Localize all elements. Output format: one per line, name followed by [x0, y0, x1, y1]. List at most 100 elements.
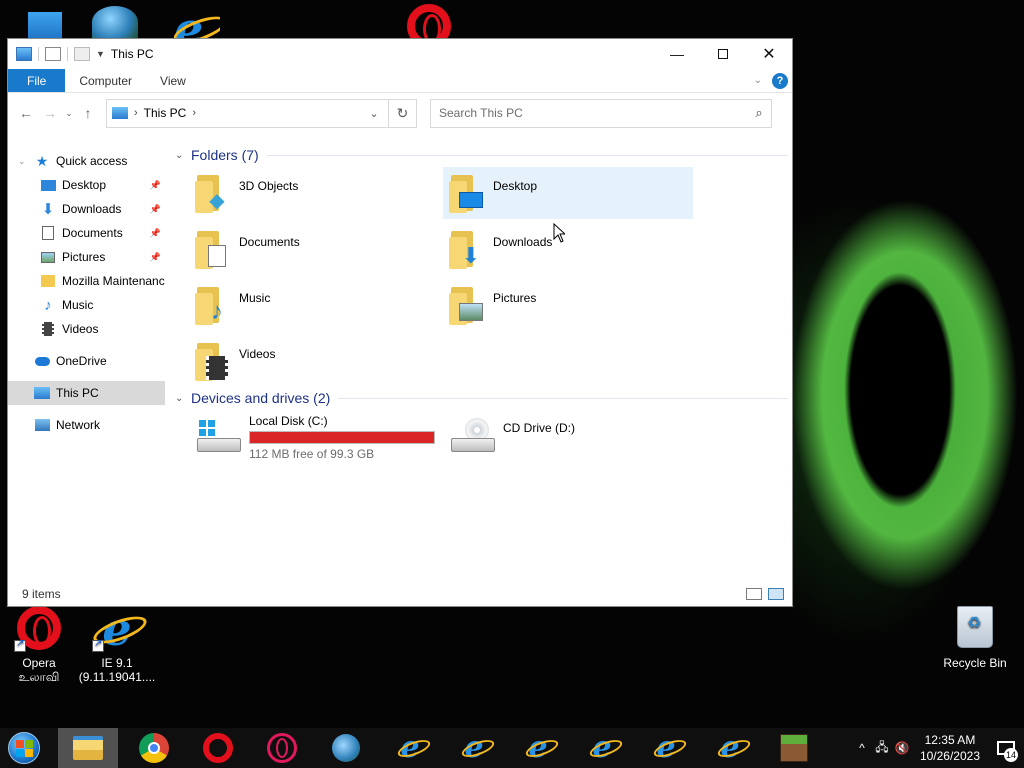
- folder-pictures[interactable]: Pictures: [443, 279, 697, 335]
- folder-downloads[interactable]: ⬇ Downloads: [443, 223, 697, 279]
- system-tray: ^ 🖧 🔇 12:35 AM 10/26/2023 14: [852, 728, 1024, 768]
- clock-date: 10/26/2023: [919, 749, 980, 763]
- maximize-button[interactable]: [700, 39, 746, 69]
- group-header-label: Folders (7): [191, 147, 259, 163]
- search-icon: ⌕: [755, 105, 763, 120]
- show-hidden-icons-icon[interactable]: ^: [852, 741, 872, 755]
- nav-quick-access[interactable]: ⌄ ★ Quick access: [8, 149, 165, 173]
- minimize-button[interactable]: —: [654, 39, 700, 69]
- mouse-cursor-icon: [553, 223, 565, 243]
- nav-mozilla-maintenance[interactable]: Mozilla Maintenanc: [8, 269, 165, 293]
- folder-music[interactable]: ♪ Music: [189, 279, 443, 335]
- nav-documents[interactable]: Documents 📌: [8, 221, 165, 245]
- nav-network[interactable]: Network: [8, 413, 165, 437]
- taskbar-chrome[interactable]: [122, 728, 186, 768]
- taskbar-globe-search[interactable]: [314, 728, 378, 768]
- tab-file[interactable]: File: [8, 69, 66, 92]
- folder-label: Downloads: [493, 235, 553, 249]
- start-button[interactable]: [0, 728, 48, 768]
- nav-label: Documents: [62, 226, 123, 240]
- breadcrumb-this-pc[interactable]: This PC: [144, 106, 187, 120]
- up-button[interactable]: ↑: [76, 105, 100, 121]
- large-icons-view-icon[interactable]: [768, 588, 784, 600]
- address-dropdown-icon[interactable]: ⌄: [360, 107, 388, 120]
- folder-videos[interactable]: Videos: [189, 335, 443, 391]
- clock[interactable]: 12:35 AM 10/26/2023: [912, 732, 988, 764]
- desktop-icon-top-ie[interactable]: e: [174, 6, 220, 38]
- file-explorer-icon: [73, 736, 103, 760]
- taskbar-file-explorer[interactable]: [58, 728, 118, 768]
- taskbar-minecraft[interactable]: [762, 728, 826, 768]
- refresh-button[interactable]: ↻: [388, 99, 416, 127]
- nav-this-pc[interactable]: This PC: [8, 381, 165, 405]
- back-button[interactable]: ←: [14, 105, 38, 121]
- desktop-icon-label: உலாவி: [18, 670, 60, 684]
- nav-pictures[interactable]: Pictures 📌: [8, 245, 165, 269]
- address-bar[interactable]: › This PC › ⌄ ↻: [106, 98, 417, 128]
- cd-drive-icon: [451, 416, 495, 456]
- collapse-chevron-icon[interactable]: ⌄: [175, 150, 191, 161]
- desktop-icon-top-globe[interactable]: [92, 6, 138, 38]
- action-center-button[interactable]: 14: [988, 728, 1024, 768]
- taskbar-opera-gx[interactable]: [250, 728, 314, 768]
- divider: [266, 154, 788, 156]
- nav-desktop[interactable]: Desktop 📌: [8, 173, 165, 197]
- recent-locations-button[interactable]: ⌄: [62, 108, 76, 119]
- taskbar-ie-6[interactable]: e: [698, 728, 762, 768]
- nav-onedrive[interactable]: OneDrive: [8, 349, 165, 373]
- expand-ribbon-icon[interactable]: ⌄: [754, 75, 762, 86]
- nav-videos[interactable]: Videos: [8, 317, 165, 341]
- title-bar[interactable]: ▼ This PC — ✕: [8, 39, 792, 69]
- pin-icon: 📌: [149, 227, 161, 238]
- desktop-icon-top-opera[interactable]: [406, 0, 452, 38]
- ie-icon: e: [592, 730, 612, 765]
- network-icon[interactable]: 🖧: [872, 738, 892, 759]
- search-input[interactable]: Search This PC: [439, 106, 523, 120]
- details-view-icon[interactable]: [746, 588, 762, 600]
- ie-icon: e: [400, 730, 420, 765]
- drive-local-disk-c[interactable]: Local Disk (C:) 112 MB free of 99.3 GB: [189, 414, 443, 464]
- help-icon[interactable]: ?: [772, 72, 788, 89]
- breadcrumb-chevron-icon[interactable]: ›: [192, 107, 196, 119]
- search-box[interactable]: Search This PC ⌕: [430, 98, 772, 128]
- desktop-icon-ie[interactable]: e IE 9.1 (9.11.19041....: [78, 606, 156, 684]
- nav-label: Pictures: [62, 250, 106, 264]
- taskbar-ie-3[interactable]: e: [506, 728, 570, 768]
- nav-downloads[interactable]: ⬇ Downloads 📌: [8, 197, 165, 221]
- desktop-icon-opera[interactable]: Opera உலாவி: [0, 606, 78, 684]
- desktop-icon-recycle-bin[interactable]: Recycle Bin: [936, 606, 1014, 670]
- folder-3d-objects[interactable]: ◆ 3D Objects: [189, 167, 443, 223]
- close-button[interactable]: ✕: [746, 39, 792, 69]
- star-icon: ★: [35, 152, 49, 169]
- pin-icon: 📌: [149, 251, 161, 262]
- desktop-icon: [40, 177, 56, 193]
- group-header-devices[interactable]: ⌄ Devices and drives (2): [173, 386, 788, 410]
- tab-view[interactable]: View: [146, 69, 200, 92]
- taskbar-ie-5[interactable]: e: [634, 728, 698, 768]
- volume-muted-icon[interactable]: 🔇: [892, 741, 912, 755]
- hard-drive-icon: [197, 416, 241, 456]
- taskbar-ie-4[interactable]: e: [570, 728, 634, 768]
- tab-computer[interactable]: Computer: [65, 69, 146, 92]
- folder-desktop[interactable]: Desktop: [443, 167, 693, 219]
- download-arrow-icon: ⬇: [41, 201, 55, 218]
- breadcrumb-chevron-icon[interactable]: ›: [134, 107, 138, 119]
- folder-documents[interactable]: Documents: [189, 223, 443, 279]
- nav-music[interactable]: ♪ Music: [8, 293, 165, 317]
- properties-icon[interactable]: [45, 47, 61, 61]
- taskbar-opera[interactable]: [186, 728, 250, 768]
- new-folder-icon[interactable]: [74, 47, 90, 61]
- drive-cd-d[interactable]: CD Drive (D:): [443, 414, 697, 464]
- globe-search-icon: [332, 734, 360, 762]
- customize-qat-icon[interactable]: ▼: [96, 49, 105, 59]
- status-bar: 9 items: [8, 582, 792, 606]
- forward-button[interactable]: →: [38, 105, 62, 121]
- taskbar-ie-2[interactable]: e: [442, 728, 506, 768]
- explorer-window: ▼ This PC — ✕ File Computer View ⌄ ? ← →…: [7, 38, 793, 607]
- pin-icon: 📌: [149, 203, 161, 214]
- group-header-folders[interactable]: ⌄ Folders (7): [173, 143, 788, 167]
- windows-logo-icon: [199, 420, 215, 436]
- collapse-chevron-icon[interactable]: ⌄: [175, 393, 191, 404]
- taskbar-ie-1[interactable]: e: [378, 728, 442, 768]
- collapse-chevron-icon[interactable]: ⌄: [18, 156, 26, 167]
